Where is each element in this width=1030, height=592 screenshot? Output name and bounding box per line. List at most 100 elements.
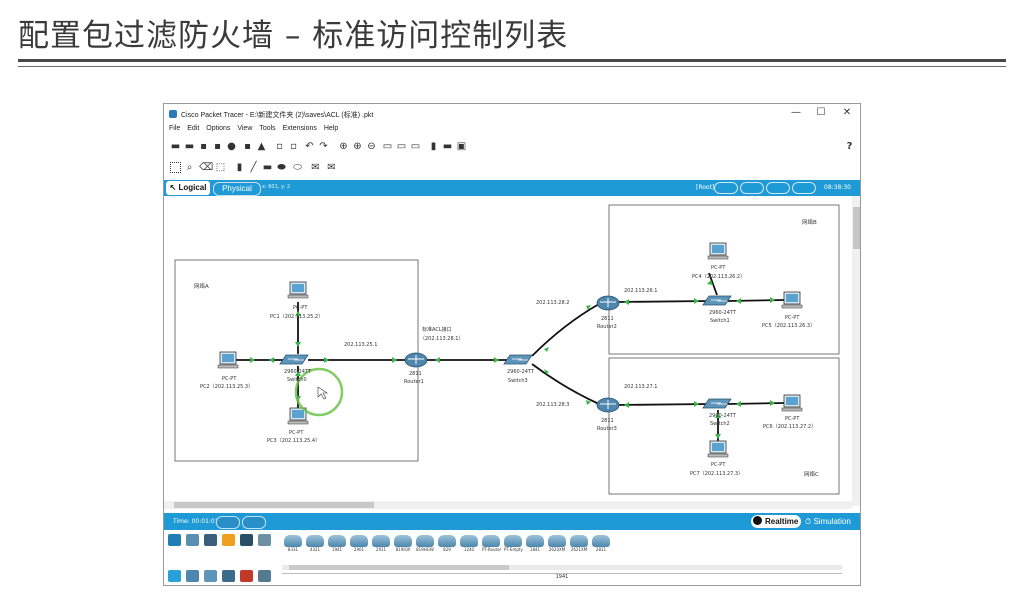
network-info-icon[interactable]: ▪ [242,141,253,152]
help-icon[interactable]: ? [844,141,855,152]
realtime-mode-tab[interactable]: Realtime [751,515,801,528]
switch2-icon[interactable] [702,398,732,409]
device-item[interactable]: 2811 [592,535,610,552]
maximize-button[interactable]: ☐ [815,107,827,118]
fast-forward-time-button[interactable] [242,516,266,529]
switch1-icon[interactable] [702,295,732,306]
device-item[interactable]: 1941 [328,535,346,552]
menu-tools[interactable]: Tools [259,125,275,132]
multiuser-category-icon[interactable] [258,534,271,546]
activity-wizard-icon[interactable]: ▲ [256,141,267,152]
copy-icon[interactable]: ▫ [274,141,285,152]
switch0-icon[interactable] [279,354,309,365]
custom-device-icon[interactable]: ▭ [396,141,407,152]
move-object-button[interactable] [740,182,764,194]
menu-file[interactable]: File [169,125,180,132]
freeform-icon[interactable]: ⬭ [292,162,303,173]
info-icon[interactable]: ● [226,141,237,152]
device-item[interactable]: 4321 [306,535,324,552]
set-tiled-background-button[interactable] [766,182,790,194]
save-icon[interactable]: ▪ [198,141,209,152]
print-icon[interactable]: ▪ [212,141,223,152]
device-item[interactable]: 2620XM [548,535,566,552]
menu-edit[interactable]: Edit [187,125,199,132]
device-item[interactable]: 829 [438,535,456,552]
draw-ellipse-icon[interactable]: ⬬ [276,162,287,173]
device-item[interactable]: 2901 [350,535,368,552]
zoom-reset-icon[interactable]: ⊕ [352,141,363,152]
draw-line-icon[interactable]: ╱ [248,162,259,173]
vertical-scroll-thumb[interactable] [853,207,860,249]
network-devices-category-icon[interactable] [168,534,181,546]
device-item[interactable]: PT-Empty [504,535,523,552]
draw-rectangle-icon[interactable]: ▬ [262,162,273,173]
device-item[interactable]: PT-Router [482,535,501,552]
pc7-icon[interactable] [707,440,729,458]
device-item[interactable]: 819IOX [394,535,412,552]
routers-subcategory-icon[interactable] [168,570,181,582]
zoom-in-icon[interactable]: ⊕ [338,141,349,152]
device-item[interactable]: 8331 [284,535,302,552]
menu-help[interactable]: Help [324,125,338,132]
menu-extensions[interactable]: Extensions [283,125,317,132]
menu-view[interactable]: View [237,125,252,132]
device-list-scroll-thumb[interactable] [289,565,509,570]
delete-icon[interactable]: ⌫ [199,162,213,173]
pc5-icon[interactable] [781,291,803,309]
new-file-icon[interactable]: ▬ [170,141,181,152]
switch3-icon[interactable] [503,354,533,365]
switches-subcategory-icon[interactable] [186,570,199,582]
pc6-icon[interactable] [781,394,803,412]
tab-physical[interactable]: Physical [213,182,261,196]
undo-icon[interactable]: ↶ [304,141,315,152]
root-breadcrumb[interactable]: [Root] [696,184,714,191]
wan-emulation-subcategory-icon[interactable] [258,570,271,582]
hubs-subcategory-icon[interactable] [204,570,217,582]
minimize-button[interactable]: — [790,107,802,118]
device-item[interactable]: 2911 [372,535,390,552]
open-folder-icon[interactable]: ▬ [184,141,195,152]
simulation-mode-tab[interactable]: ⏱ Simulation [805,517,851,527]
horizontal-scroll-thumb[interactable] [174,502,374,508]
add-complex-pdu-icon[interactable]: ✉ [326,162,337,173]
end-devices-category-icon[interactable] [186,534,199,546]
image-icon[interactable]: ▣ [456,141,467,152]
logical-workspace[interactable]: 网络A 网络B 网络C PC-PT PC1（202.113.25.2） PC-P… [164,196,852,506]
resize-shape-icon[interactable]: ⬚ [215,162,226,173]
device-item[interactable]: 1240 [460,535,478,552]
menu-options[interactable]: Options [206,125,230,132]
select-icon[interactable] [170,162,181,173]
power-cycle-button[interactable] [216,516,240,529]
pc4-icon[interactable] [707,242,729,260]
device-label: 4321 [309,547,321,552]
wireless-subcategory-icon[interactable] [222,570,235,582]
pc2-icon[interactable] [217,351,239,369]
note-icon[interactable]: ▮ [234,162,245,173]
redo-icon[interactable]: ↷ [318,141,329,152]
zoom-out-icon[interactable]: ⊖ [366,141,377,152]
device-item[interactable]: 1841 [526,535,544,552]
device-item[interactable]: 2621XM [570,535,588,552]
device-list-icon[interactable]: ▮ [428,141,439,152]
router3-icon[interactable] [596,397,620,413]
drawing-palette-icon[interactable]: ▭ [382,141,393,152]
security-subcategory-icon[interactable] [240,570,253,582]
device-item[interactable]: 819HGW [416,535,434,552]
new-cluster-button[interactable] [714,182,738,194]
connections-category-icon[interactable] [222,534,235,546]
topology-canvas[interactable]: 网络A 网络B 网络C PC-PT PC1（202.113.25.2） PC-P… [164,196,852,502]
close-button[interactable]: ✕ [841,107,853,118]
cluster-icon[interactable]: ▬ [442,141,453,152]
inspect-icon[interactable]: ⌕ [184,162,195,173]
miscellaneous-category-icon[interactable] [240,534,253,546]
router2-icon[interactable] [596,295,620,311]
router1-icon[interactable] [404,352,428,368]
router-device-icon [438,535,456,547]
pc1-icon[interactable] [287,281,309,299]
tab-logical[interactable]: ↖ Logical [166,181,210,195]
components-category-icon[interactable] [204,534,217,546]
pdu-list-icon[interactable]: ▭ [410,141,421,152]
paste-icon[interactable]: ▫ [288,141,299,152]
viewport-button[interactable] [792,182,816,194]
add-simple-pdu-icon[interactable]: ✉ [310,162,321,173]
